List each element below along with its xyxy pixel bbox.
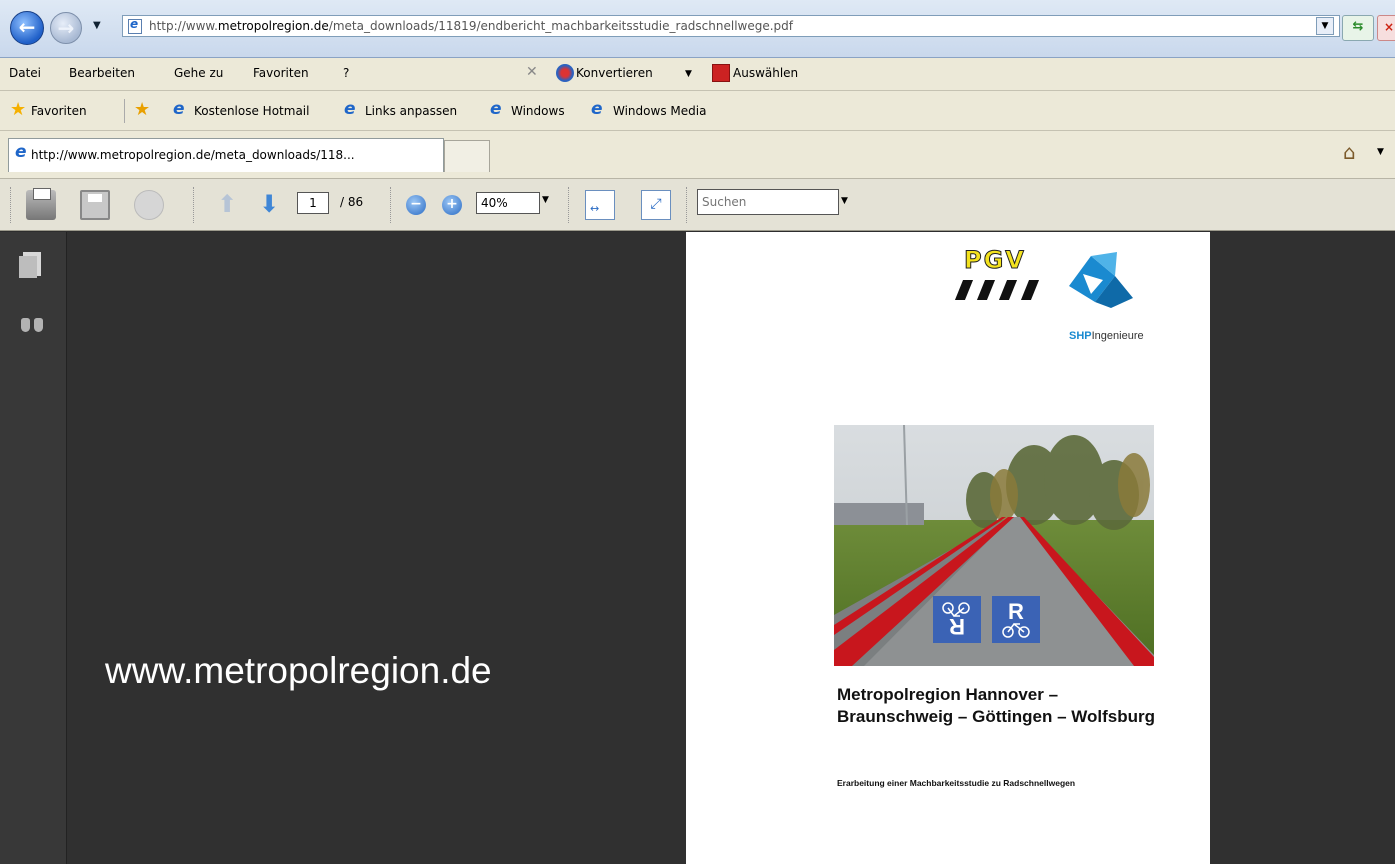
fit-width-button[interactable]: [585, 190, 615, 220]
menu-gehe-zu[interactable]: Gehe zu: [174, 66, 223, 80]
watermark-url: www.metropolregion.de: [105, 650, 492, 691]
favorite-link-hotmail[interactable]: Kostenlose Hotmail: [194, 104, 309, 118]
forward-arrow-icon: →: [57, 16, 75, 40]
home-icon[interactable]: ⌂: [1343, 140, 1356, 164]
ie-page-icon: [589, 99, 605, 119]
favorite-link-windows[interactable]: Windows: [511, 104, 565, 118]
zoom-out-button[interactable]: −: [406, 195, 426, 215]
stop-button[interactable]: ×: [1377, 15, 1395, 41]
search-dropdown[interactable]: ▼: [841, 196, 848, 206]
ie-page-icon: [342, 99, 358, 119]
menu-datei[interactable]: Datei: [9, 66, 41, 80]
binoculars-icon[interactable]: [21, 318, 45, 332]
back-arrow-icon: ←: [18, 15, 36, 39]
favorites-star-icon: ★: [10, 99, 27, 120]
fit-page-button[interactable]: ⤢: [641, 190, 671, 220]
pdf-sidebar: [0, 232, 67, 864]
new-tab-button[interactable]: [444, 140, 490, 172]
ie-page-icon: [488, 99, 504, 119]
menu-bar: Datei Bearbeiten Gehe zu Favoriten ? ✕ K…: [0, 58, 1395, 91]
menu-favoriten[interactable]: Favoriten: [253, 66, 309, 80]
ie-page-icon: [13, 142, 29, 162]
back-button[interactable]: ←: [10, 11, 44, 45]
home-dropdown[interactable]: ▼: [1377, 147, 1384, 157]
url-dropdown-button[interactable]: ▼: [1316, 17, 1334, 35]
menu-bearbeiten[interactable]: Bearbeiten: [69, 66, 135, 80]
menu-help[interactable]: ?: [343, 66, 349, 80]
zoom-in-button[interactable]: +: [442, 195, 462, 215]
print-button[interactable]: [26, 188, 56, 220]
address-bar: ← → ▼ http://www.metropolregion.de/meta_…: [0, 0, 1395, 58]
forward-button[interactable]: →: [50, 12, 82, 44]
url-field[interactable]: http://www.metropolregion.de/meta_downlo…: [122, 15, 1340, 37]
document-title: Metropolregion Hannover – Braunschweig –…: [837, 685, 1155, 726]
next-page-button[interactable]: ⬇: [254, 190, 284, 220]
separator: [124, 99, 125, 123]
convert-icon[interactable]: [556, 64, 574, 82]
tab-active[interactable]: http://www.metropolregion.de/meta_downlo…: [8, 138, 444, 172]
pages-icon[interactable]: [19, 252, 41, 278]
page-number-input[interactable]: 1: [297, 192, 329, 214]
road-marking-r: R: [1008, 599, 1024, 624]
select-icon[interactable]: [712, 64, 730, 82]
document-viewer: www.metropolregion.de PGV SHPIngenieure: [67, 232, 1395, 864]
favorites-bar: ★ Favoriten ★ Kostenlose Hotmail Links a…: [0, 91, 1395, 131]
save-button[interactable]: [80, 190, 110, 220]
url-text[interactable]: http://www.metropolregion.de/meta_downlo…: [149, 19, 793, 33]
pdf-page: PGV SHPIngenieure R R Metropolregion Han…: [686, 232, 1210, 864]
convert-dropdown[interactable]: ▼: [685, 69, 692, 79]
zoom-dropdown[interactable]: ▼: [542, 195, 549, 205]
favorite-link-links-anpassen[interactable]: Links anpassen: [365, 104, 457, 118]
select-button[interactable]: Auswählen: [733, 66, 798, 80]
previous-page-button[interactable]: ⬆: [212, 190, 242, 220]
road-marking-r: R: [949, 614, 965, 639]
cover-photo: R R: [834, 425, 1154, 666]
tab-bar: http://www.metropolregion.de/meta_downlo…: [0, 131, 1395, 179]
pdf-toolbar: ⬆ ⬇ 1 / 86 − + 40% ▼ ⤢ ▼: [0, 179, 1395, 231]
tab-title[interactable]: http://www.metropolregion.de/meta_downlo…: [31, 148, 355, 162]
favorites-button[interactable]: Favoriten: [31, 104, 87, 118]
search-field[interactable]: [697, 189, 839, 215]
recent-pages-dropdown[interactable]: ▼: [93, 20, 101, 31]
shp-logo-label: SHPIngenieure: [1069, 330, 1144, 342]
refresh-button[interactable]: ⇆: [1342, 15, 1374, 41]
ie-page-icon: [171, 99, 187, 119]
page-count: / 86: [340, 195, 364, 209]
pgv-logo: PGV: [951, 246, 1061, 302]
toolbar-grip: [193, 187, 197, 223]
ie-page-icon: [128, 17, 142, 34]
document-subtitle: Erarbeitung einer Machbarkeitsstudie zu …: [837, 778, 1076, 788]
email-icon[interactable]: [134, 190, 164, 220]
favorite-link-windows-media[interactable]: Windows Media: [613, 104, 706, 118]
toolbar-grip: [390, 187, 394, 223]
shp-logo: [1069, 252, 1133, 308]
toolbar-grip: [568, 187, 572, 223]
search-input[interactable]: [698, 190, 834, 214]
toolbar-grip: [10, 187, 14, 223]
convert-button[interactable]: Konvertieren: [576, 66, 653, 80]
close-icon[interactable]: ✕: [526, 64, 538, 80]
add-favorite-icon[interactable]: ★: [134, 99, 150, 120]
zoom-level-field[interactable]: 40%: [476, 192, 540, 214]
toolbar-grip: [686, 187, 690, 223]
